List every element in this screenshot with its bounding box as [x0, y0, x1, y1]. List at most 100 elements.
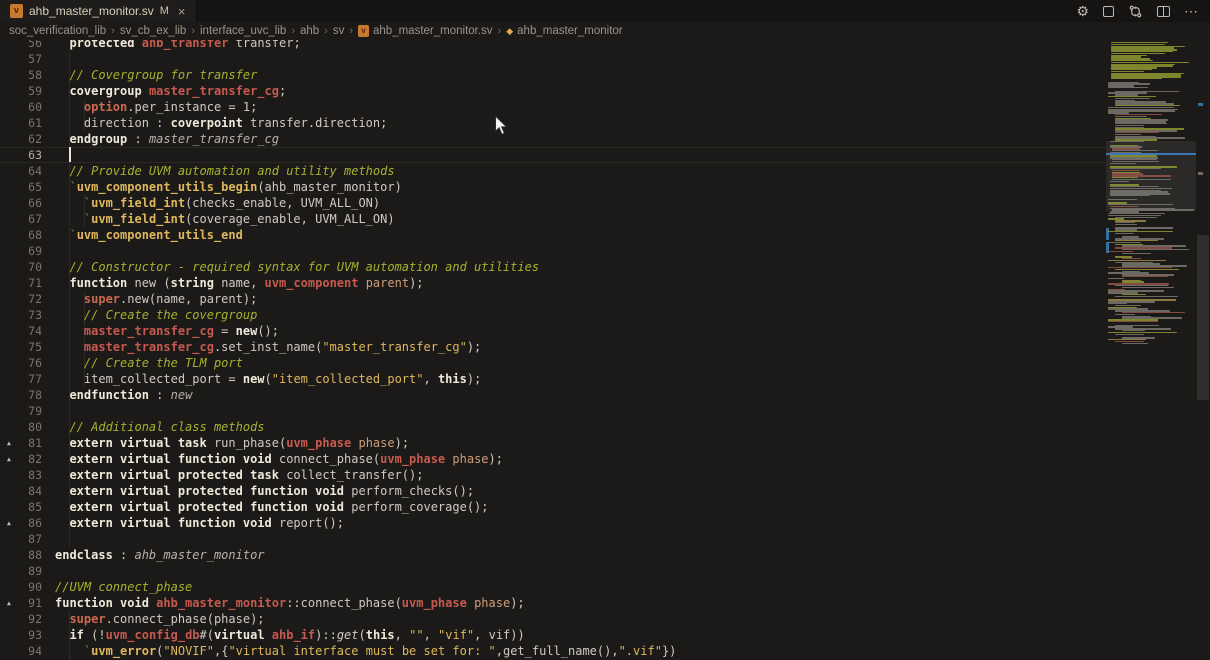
code-line[interactable]: 60 option.per_instance = 1; — [0, 99, 1106, 115]
gutter[interactable]: 74 — [0, 323, 55, 339]
code-line[interactable]: 87 — [0, 531, 1106, 547]
line-number[interactable]: 66 — [18, 195, 55, 211]
line-number[interactable]: 91 — [18, 595, 55, 611]
gutter[interactable]: 65 — [0, 179, 55, 195]
code-line[interactable]: 80 // Additional class methods — [0, 419, 1106, 435]
breadcrumb-file[interactable]: ahb_master_monitor.sv — [373, 25, 493, 37]
line-number[interactable]: 75 — [18, 339, 55, 355]
tab-ahb-master-monitor[interactable]: v ahb_master_monitor.sv M × — [0, 0, 197, 22]
code-line[interactable]: 84 extern virtual protected function voi… — [0, 483, 1106, 499]
gutter[interactable]: 77 — [0, 371, 55, 387]
gutter[interactable]: 90 — [0, 579, 55, 595]
code-line[interactable]: 74 master_transfer_cg = new(); — [0, 323, 1106, 339]
gutter[interactable]: 60 — [0, 99, 55, 115]
breadcrumb-item[interactable]: ahb — [300, 25, 319, 37]
gutter[interactable]: 71 — [0, 275, 55, 291]
code-line[interactable]: 93 if (!uvm_config_db#(virtual ahb_if)::… — [0, 627, 1106, 643]
line-number[interactable]: 80 — [18, 419, 55, 435]
more-actions-icon[interactable]: ⋯ — [1184, 0, 1198, 22]
code-line[interactable]: 77 item_collected_port = new("item_colle… — [0, 371, 1106, 387]
line-number[interactable]: 79 — [18, 403, 55, 419]
open-changes-icon[interactable] — [1103, 6, 1114, 17]
breadcrumb-item[interactable]: sv_cb_ex_lib — [120, 25, 186, 37]
settings-gear-icon[interactable]: ⚙ — [1076, 0, 1089, 22]
line-number[interactable]: 59 — [18, 83, 55, 99]
line-number[interactable]: 57 — [18, 51, 55, 67]
line-number[interactable]: 82 — [18, 451, 55, 467]
code-line[interactable]: ▲86 extern virtual function void report(… — [0, 515, 1106, 531]
line-number[interactable]: 93 — [18, 627, 55, 643]
code-line[interactable]: 65 `uvm_component_utils_begin(ahb_master… — [0, 179, 1106, 195]
gutter[interactable]: ▲91 — [0, 595, 55, 611]
line-number[interactable]: 65 — [18, 179, 55, 195]
code-line[interactable]: 85 extern virtual protected function voi… — [0, 499, 1106, 515]
code-line[interactable]: 75 master_transfer_cg.set_inst_name("mas… — [0, 339, 1106, 355]
gutter[interactable]: 88 — [0, 547, 55, 563]
line-number[interactable]: 74 — [18, 323, 55, 339]
line-number[interactable]: 71 — [18, 275, 55, 291]
code-line[interactable]: 89 — [0, 563, 1106, 579]
minimap[interactable] — [1106, 40, 1196, 660]
breadcrumb-item[interactable]: interface_uvc_lib — [200, 25, 286, 37]
gutter[interactable]: 94 — [0, 643, 55, 659]
code-line[interactable]: 94 `uvm_error("NOVIF",{"virtual interfac… — [0, 643, 1106, 659]
gutter[interactable]: 63 — [0, 147, 55, 163]
line-number[interactable]: 77 — [18, 371, 55, 387]
gutter[interactable]: 61 — [0, 115, 55, 131]
code-line[interactable]: 70 // Constructor - required syntax for … — [0, 259, 1106, 275]
gutter[interactable]: 59 — [0, 83, 55, 99]
code-line[interactable]: 83 extern virtual protected task collect… — [0, 467, 1106, 483]
line-number[interactable]: 83 — [18, 467, 55, 483]
line-number[interactable]: 68 — [18, 227, 55, 243]
line-number[interactable]: 58 — [18, 67, 55, 83]
vertical-scrollbar[interactable] — [1196, 40, 1210, 660]
breadcrumb-item[interactable]: sv — [333, 25, 345, 37]
code-line[interactable]: 72 super.new(name, parent); — [0, 291, 1106, 307]
line-number[interactable]: 85 — [18, 499, 55, 515]
gutter[interactable]: ▲81 — [0, 435, 55, 451]
gutter[interactable]: 93 — [0, 627, 55, 643]
line-number[interactable]: 81 — [18, 435, 55, 451]
compare-sync-icon[interactable] — [1128, 4, 1143, 19]
gutter[interactable]: 84 — [0, 483, 55, 499]
code-line[interactable]: 64 // Provide UVM automation and utility… — [0, 163, 1106, 179]
code-line[interactable]: 67 `uvm_field_int(coverage_enable, UVM_A… — [0, 211, 1106, 227]
code-line[interactable]: 71 function new (string name, uvm_compon… — [0, 275, 1106, 291]
code-line[interactable]: 57 — [0, 51, 1106, 67]
line-number[interactable]: 90 — [18, 579, 55, 595]
breadcrumb-symbol[interactable]: ahb_master_monitor — [517, 25, 622, 37]
gutter[interactable]: ▲82 — [0, 451, 55, 467]
breadcrumb-item[interactable]: soc_verification_lib — [9, 25, 106, 37]
code-line[interactable]: 61 direction : coverpoint transfer.direc… — [0, 115, 1106, 131]
line-number[interactable]: 63 — [18, 147, 55, 163]
gutter[interactable]: 58 — [0, 67, 55, 83]
line-number[interactable]: 92 — [18, 611, 55, 627]
code-line[interactable]: 90//UVM connect_phase — [0, 579, 1106, 595]
code-line[interactable]: 62 endgroup : master_transfer_cg — [0, 131, 1106, 147]
line-number[interactable]: 64 — [18, 163, 55, 179]
line-number[interactable]: 87 — [18, 531, 55, 547]
code-line[interactable]: 79 — [0, 403, 1106, 419]
code-line[interactable]: 56 protected ahb_transfer transfer; — [0, 40, 1106, 51]
gutter[interactable]: 64 — [0, 163, 55, 179]
code-line[interactable]: ▲91function void ahb_master_monitor::con… — [0, 595, 1106, 611]
line-number[interactable]: 69 — [18, 243, 55, 259]
gutter[interactable]: 73 — [0, 307, 55, 323]
line-number[interactable]: 94 — [18, 643, 55, 659]
gutter[interactable]: 68 — [0, 227, 55, 243]
line-number[interactable]: 72 — [18, 291, 55, 307]
gutter[interactable]: 76 — [0, 355, 55, 371]
gutter[interactable]: 62 — [0, 131, 55, 147]
line-number[interactable]: 78 — [18, 387, 55, 403]
code-line[interactable]: ▲82 extern virtual function void connect… — [0, 451, 1106, 467]
code-line[interactable]: 63 — [0, 147, 1106, 163]
line-number[interactable]: 61 — [18, 115, 55, 131]
gutter[interactable]: 80 — [0, 419, 55, 435]
line-number[interactable]: 84 — [18, 483, 55, 499]
line-number[interactable]: 56 — [18, 40, 55, 51]
gutter[interactable]: 69 — [0, 243, 55, 259]
gutter[interactable]: 56 — [0, 40, 55, 51]
gutter[interactable]: 72 — [0, 291, 55, 307]
line-number[interactable]: 89 — [18, 563, 55, 579]
gutter[interactable]: 79 — [0, 403, 55, 419]
